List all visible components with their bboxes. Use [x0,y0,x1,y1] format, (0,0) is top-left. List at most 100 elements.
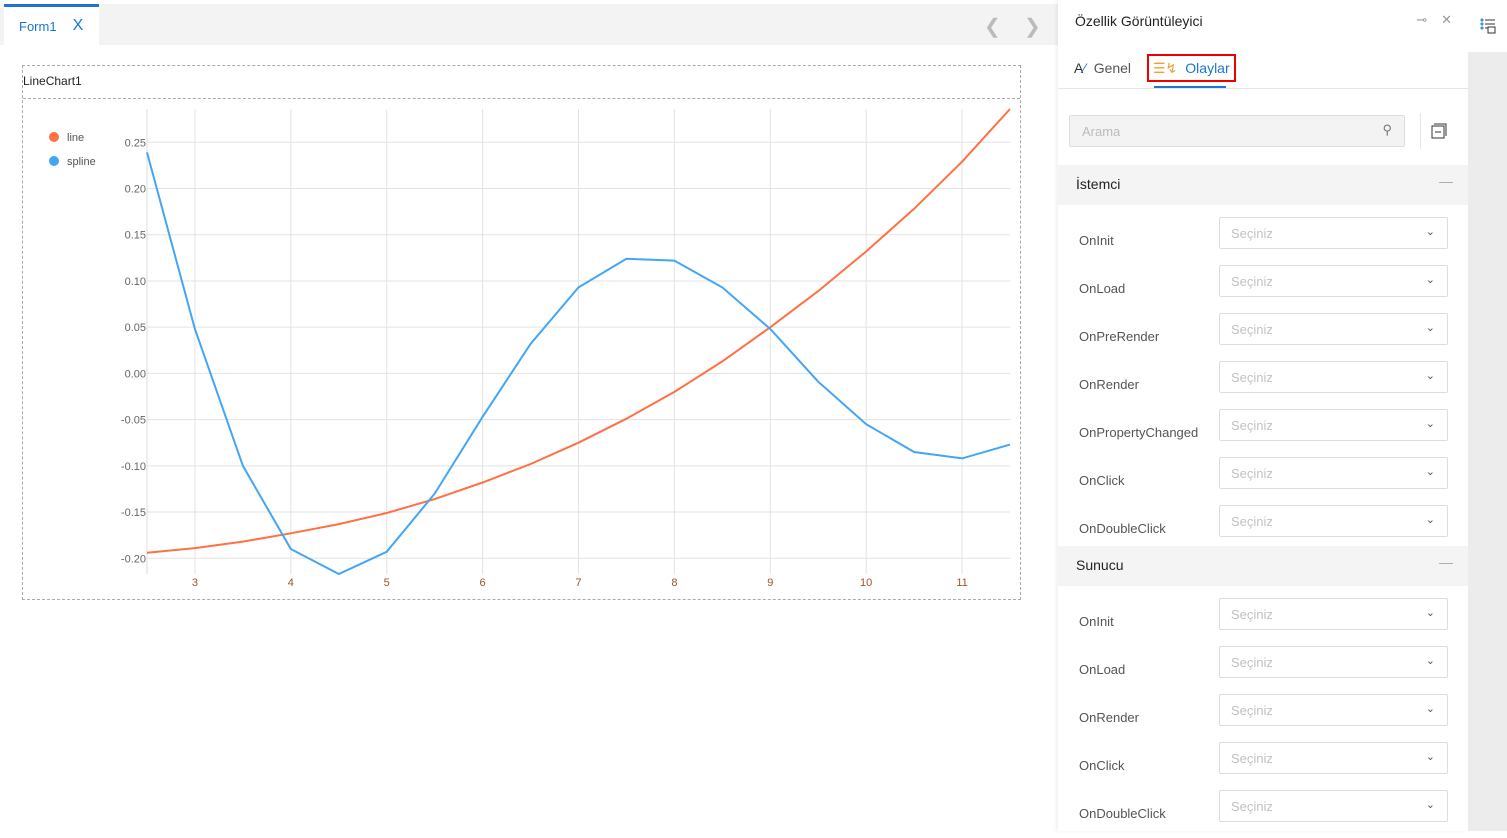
tab-general[interactable]: A⁄ Genel [1074,54,1131,82]
x-tick-label: 10 [860,577,872,589]
y-tick-label: -0.20 [121,553,146,565]
tab-label: Form1 [19,18,57,34]
collapse-section-icon[interactable]: — [1439,173,1453,189]
event-label: OnDoubleClick [1079,806,1166,821]
panel-tabs: A⁄ Genel ☰↯ Olaylar [1058,50,1468,89]
tab-events[interactable]: ☰↯ Olaylar [1147,54,1236,82]
legend-marker-spline [49,156,59,166]
y-tick-label: 0.05 [125,322,146,334]
chevron-down-icon: ⌄ [1425,799,1435,811]
section-header[interactable]: İstemci — [1058,165,1468,205]
chevron-down-icon: ⌄ [1425,226,1435,238]
y-tick-label: 0.15 [125,230,146,242]
property-viewer-panel: Özellik Görüntüleyici ⊸ ✕ A⁄ Genel ☰↯ Ol… [1058,0,1468,831]
chevron-down-icon: ⌄ [1425,274,1435,286]
legend-marker-line [49,132,59,142]
y-tick-label: 0.00 [125,368,146,380]
event-label: OnRender [1079,377,1139,392]
event-row: OnClick Seçiniz ⌄ [1058,457,1468,505]
chevron-down-icon: ⌄ [1425,370,1435,382]
select-value: Seçiniz [1231,418,1273,433]
event-row: OnLoad Seçiniz ⌄ [1058,646,1468,694]
text-edit-icon: A⁄ [1074,60,1086,76]
select-value: Seçiniz [1231,370,1273,385]
chevron-down-icon: ⌄ [1425,466,1435,478]
x-tick-label: 8 [671,577,677,589]
chevron-right-icon[interactable]: ❯ [1024,14,1041,39]
chevron-down-icon: ⌄ [1425,703,1435,715]
event-handler-select[interactable]: Seçiniz ⌄ [1219,313,1448,345]
event-handler-select[interactable]: Seçiniz ⌄ [1219,409,1448,441]
event-label: OnClick [1079,758,1125,773]
event-handler-select[interactable]: Seçiniz ⌄ [1219,790,1448,822]
event-row: OnClick Seçiniz ⌄ [1058,742,1468,790]
event-handler-select[interactable]: Seçiniz ⌄ [1219,505,1448,537]
event-label: OnPropertyChanged [1079,425,1199,440]
select-value: Seçiniz [1231,607,1273,622]
select-value: Seçiniz [1231,466,1273,481]
collapse-section-icon[interactable]: — [1439,554,1453,570]
select-value: Seçiniz [1231,322,1273,337]
collapse-icon [1431,123,1446,139]
select-value: Seçiniz [1231,274,1273,289]
event-label: OnInit [1079,233,1114,248]
event-handler-select[interactable]: Seçiniz ⌄ [1219,457,1448,489]
select-value: Seçiniz [1231,751,1273,766]
event-handler-select[interactable]: Seçiniz ⌄ [1219,646,1448,678]
x-tick-label: 11 [956,577,967,589]
select-value: Seçiniz [1231,655,1273,670]
properties-toggle-button[interactable] [1468,0,1507,52]
pin-icon[interactable]: ⊸ [1416,12,1427,28]
y-tick-label: 0.20 [125,184,146,196]
close-icon[interactable]: ✕ [1441,12,1452,28]
event-row: OnRender Seçiniz ⌄ [1058,694,1468,742]
search-input[interactable]: Arama ⚲ [1069,115,1405,147]
panel-title: Özellik Görüntüleyici [1075,13,1203,29]
property-list-icon [1480,18,1495,34]
tab-label: Genel [1093,60,1132,76]
event-label: OnPreRender [1079,329,1160,344]
y-tick-label: 0.10 [125,276,146,288]
y-tick-label: 0.25 [125,137,146,149]
event-row: OnRender Seçiniz ⌄ [1058,361,1468,409]
designer-area: Form1 X ❮ ❯ LineChart1 0.25 0.20 0.15 0.10 0… [0,0,1058,831]
x-tick-label: 4 [288,577,294,589]
select-value: Seçiniz [1231,226,1273,241]
select-value: Seçiniz [1231,799,1273,814]
section-header[interactable]: Sunucu — [1058,546,1468,586]
event-handler-select[interactable]: Seçiniz ⌄ [1219,742,1448,774]
tab-form1[interactable]: Form1 X [4,4,99,45]
search-placeholder: Arama [1082,124,1121,139]
event-label: OnLoad [1079,281,1126,296]
close-icon[interactable]: X [73,17,84,35]
legend-label-spline: spline [67,156,96,168]
event-label: OnDoubleClick [1079,521,1166,536]
x-tick-label: 3 [192,577,198,589]
chevron-down-icon: ⌄ [1425,514,1435,526]
collapse-all-button[interactable] [1420,113,1456,149]
event-row: OnInit Seçiniz ⌄ [1058,217,1468,265]
event-handler-select[interactable]: Seçiniz ⌄ [1219,265,1448,297]
event-handler-select[interactable]: Seçiniz ⌄ [1219,361,1448,393]
x-tick-label: 5 [384,577,390,589]
legend-label-line: line [67,132,84,144]
line-chart-widget[interactable]: LineChart1 0.25 0.20 0.15 0.10 0.05 0.00 -0.05… [22,65,1021,600]
x-tick-label: 9 [767,577,773,589]
event-handler-select[interactable]: Seçiniz ⌄ [1219,598,1448,630]
chevron-down-icon: ⌄ [1425,418,1435,430]
tab-label: Olaylar [1185,60,1230,76]
tab-bar: Form1 X ❮ ❯ [0,4,1058,45]
chevron-down-icon: ⌄ [1425,607,1435,619]
y-tick-label: -0.15 [121,507,146,519]
event-row: OnPropertyChanged Seçiniz ⌄ [1058,409,1468,457]
event-handler-select[interactable]: Seçiniz ⌄ [1219,694,1448,726]
chevron-left-icon[interactable]: ❮ [984,14,1001,39]
event-label: OnLoad [1079,662,1126,677]
event-label: OnClick [1079,473,1125,488]
section-title: Sunucu [1076,557,1124,573]
event-handler-select[interactable]: Seçiniz ⌄ [1219,217,1448,249]
event-row: OnInit Seçiniz ⌄ [1058,598,1468,646]
y-tick-label: -0.05 [121,415,146,427]
x-tick-label: 6 [480,577,486,589]
search-icon: ⚲ [1382,122,1392,137]
